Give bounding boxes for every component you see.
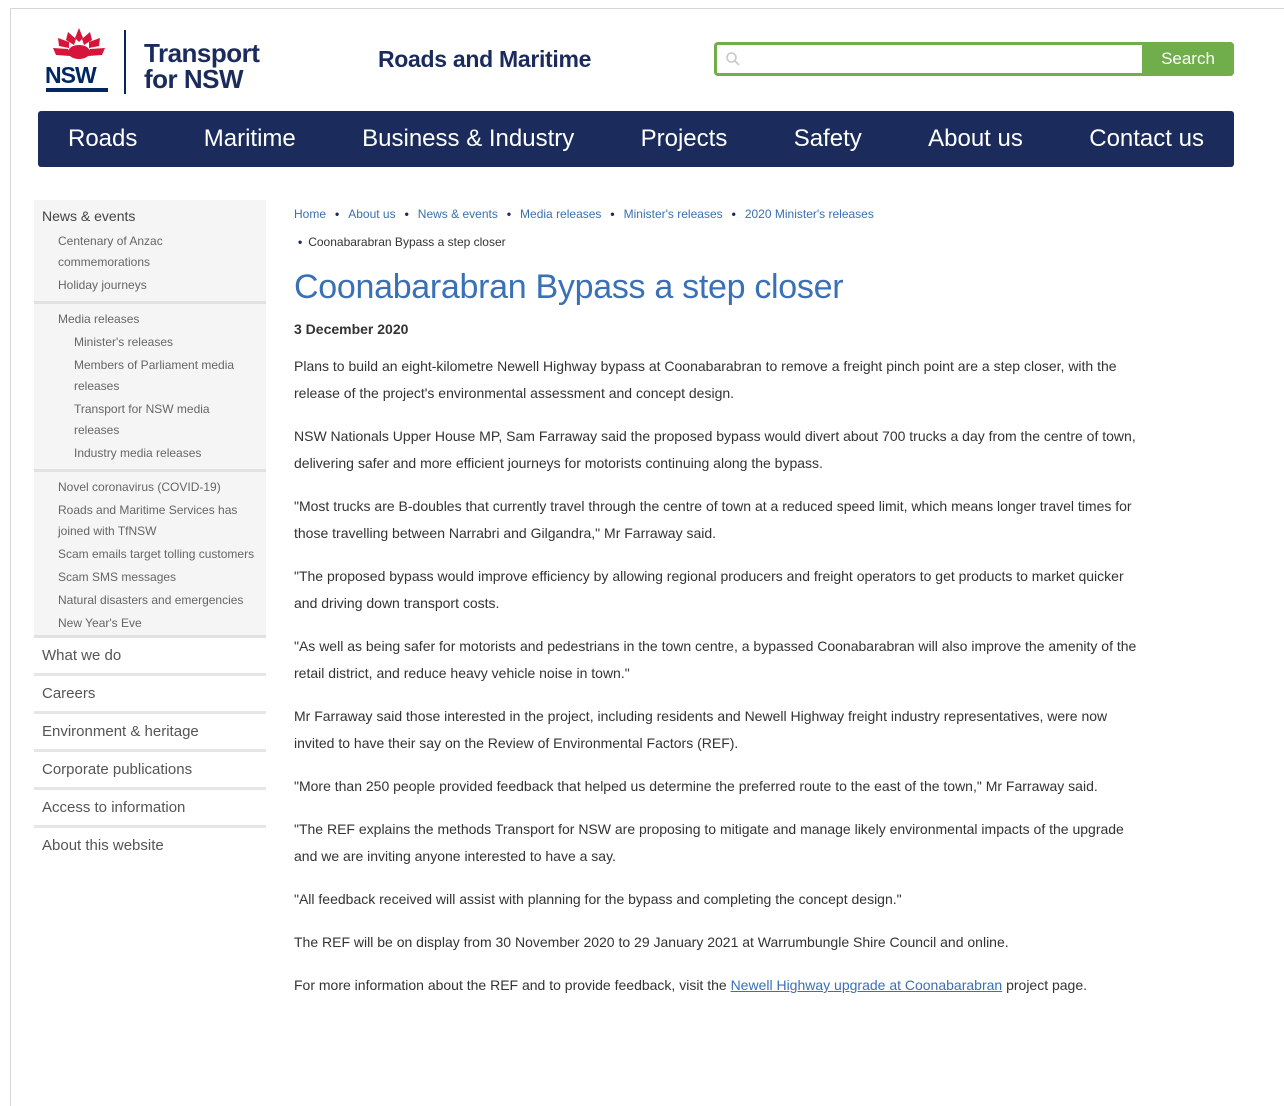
- article-paragraph: NSW Nationals Upper House MP, Sam Farraw…: [294, 428, 1136, 471]
- sidebar-news-events-section: News & events Centenary of Anzac commemo…: [34, 200, 266, 635]
- sidebar-item-scam-emails[interactable]: Scam emails target tolling customers: [34, 543, 266, 566]
- sidebar-item-careers[interactable]: Careers: [34, 676, 266, 714]
- sidebar-item-natural-disasters[interactable]: Natural disasters and emergencies: [34, 589, 266, 612]
- sidebar-item-environment-heritage[interactable]: Environment & heritage: [34, 714, 266, 752]
- newell-highway-project-link[interactable]: Newell Highway upgrade at Coonabarabran: [731, 977, 1003, 993]
- sidebar-item-what-we-do[interactable]: What we do: [34, 638, 266, 676]
- breadcrumb-separator: •: [731, 207, 736, 221]
- breadcrumb-separator: •: [506, 207, 512, 221]
- sidebar-divider: [34, 469, 266, 472]
- article-paragraph: "Most trucks are B-doubles that currentl…: [294, 498, 1132, 541]
- nsw-wordmark: NSW: [45, 62, 97, 88]
- search-box: Search: [714, 42, 1234, 76]
- sidebar-item-anzac[interactable]: Centenary of Anzac commemorations: [34, 230, 266, 274]
- main-content: Home • About us • News & events • Media releas…: [294, 200, 1144, 999]
- article-paragraph: "The proposed bypass would improve effic…: [294, 568, 1124, 611]
- sidebar-item-industry-media-releases[interactable]: Industry media releases: [34, 442, 266, 465]
- breadcrumb-separator: •: [404, 207, 409, 221]
- search-icon: [726, 52, 740, 66]
- sidebar-item-covid[interactable]: Novel coronavirus (COVID-19): [34, 476, 266, 499]
- page-title: Coonabarabran Bypass a step closer: [294, 268, 844, 306]
- sidebar-item-corporate-publications[interactable]: Corporate publications: [34, 752, 266, 790]
- article-paragraph: Mr Farraway said those interested in the…: [294, 708, 1108, 751]
- brand-line-1: Transport: [144, 38, 260, 68]
- sidebar-divider: [34, 301, 266, 304]
- transport-for-nsw-brand[interactable]: Transport for NSW: [144, 38, 260, 94]
- breadcrumb-home[interactable]: Home: [294, 207, 326, 221]
- logo-divider: [124, 30, 126, 94]
- sidebar-item-tfnsw-media-releases[interactable]: Transport for NSW media releases: [34, 398, 266, 442]
- nav-contact-us[interactable]: Contact us: [1089, 125, 1204, 153]
- more-info-text-end: project page.: [1006, 977, 1088, 993]
- breadcrumb-2020-ministers-releases[interactable]: 2020 Minister's releases: [745, 207, 874, 221]
- article-paragraph-more-info: For more information about the REF and t…: [294, 972, 1144, 999]
- site-header: NSW Transport for NSW Roads and Maritime…: [38, 22, 1238, 102]
- breadcrumb-separator: •: [335, 207, 340, 221]
- nav-about-us[interactable]: About us: [928, 125, 1023, 153]
- breadcrumb-separator: •: [298, 235, 303, 249]
- sidebar-item-new-years-eve[interactable]: New Year's Eve: [34, 612, 266, 635]
- sidebar-item-about-this-website[interactable]: About this website: [34, 828, 266, 863]
- breadcrumb-about-us[interactable]: About us: [348, 207, 395, 221]
- more-info-text: For more information about the REF and t…: [294, 977, 727, 993]
- nsw-government-logo[interactable]: NSW: [44, 26, 114, 92]
- search-button[interactable]: Search: [1142, 42, 1234, 76]
- breadcrumb-ministers-releases[interactable]: Minister's releases: [624, 207, 723, 221]
- sidebar: News & events Centenary of Anzac commemo…: [34, 200, 266, 863]
- article-date: 3 December 2020: [294, 321, 409, 337]
- sidebar-item-rms-joined-tfnsw[interactable]: Roads and Maritime Services has joined w…: [34, 499, 266, 543]
- nav-projects[interactable]: Projects: [641, 125, 728, 153]
- sidebar-heading-news-events[interactable]: News & events: [34, 200, 266, 230]
- division-title: Roads and Maritime: [378, 46, 592, 72]
- nav-maritime[interactable]: Maritime: [204, 125, 296, 153]
- article-paragraph: "More than 250 people provided feedback …: [294, 778, 1098, 794]
- sidebar-item-media-releases[interactable]: Media releases: [34, 308, 266, 331]
- government-strip: [46, 88, 108, 92]
- waratah-icon: [53, 28, 105, 59]
- breadcrumb-media-releases[interactable]: Media releases: [520, 207, 601, 221]
- breadcrumb: Home • About us • News & events • Media releas…: [294, 200, 1144, 256]
- nav-safety[interactable]: Safety: [794, 125, 862, 153]
- article-paragraph: "The REF explains the methods Transport …: [294, 821, 1124, 864]
- sidebar-item-holiday-journeys[interactable]: Holiday journeys: [34, 274, 266, 297]
- main-navigation: Roads Maritime Business & Industry Proje…: [38, 111, 1234, 167]
- breadcrumb-separator: •: [610, 207, 615, 221]
- sidebar-item-mp-media-releases[interactable]: Members of Parliament media releases: [34, 354, 266, 398]
- breadcrumb-news-events[interactable]: News & events: [418, 207, 498, 221]
- sidebar-item-scam-sms[interactable]: Scam SMS messages: [34, 566, 266, 589]
- nav-business-industry[interactable]: Business & Industry: [362, 125, 574, 153]
- article-paragraph: The REF will be on display from 30 Novem…: [294, 934, 1009, 950]
- nav-roads[interactable]: Roads: [68, 125, 137, 153]
- article-paragraph: "All feedback received will assist with …: [294, 891, 902, 907]
- breadcrumb-current: Coonabarabran Bypass a step closer: [308, 235, 506, 249]
- article-paragraph: "As well as being safer for motorists an…: [294, 638, 1137, 681]
- brand-line-2: for NSW: [144, 64, 244, 94]
- sidebar-item-ministers-releases[interactable]: Minister's releases: [34, 331, 266, 354]
- sidebar-item-access-to-information[interactable]: Access to information: [34, 790, 266, 828]
- article-paragraph: Plans to build an eight-kilometre Newell…: [294, 358, 1117, 401]
- search-input[interactable]: [747, 47, 1137, 73]
